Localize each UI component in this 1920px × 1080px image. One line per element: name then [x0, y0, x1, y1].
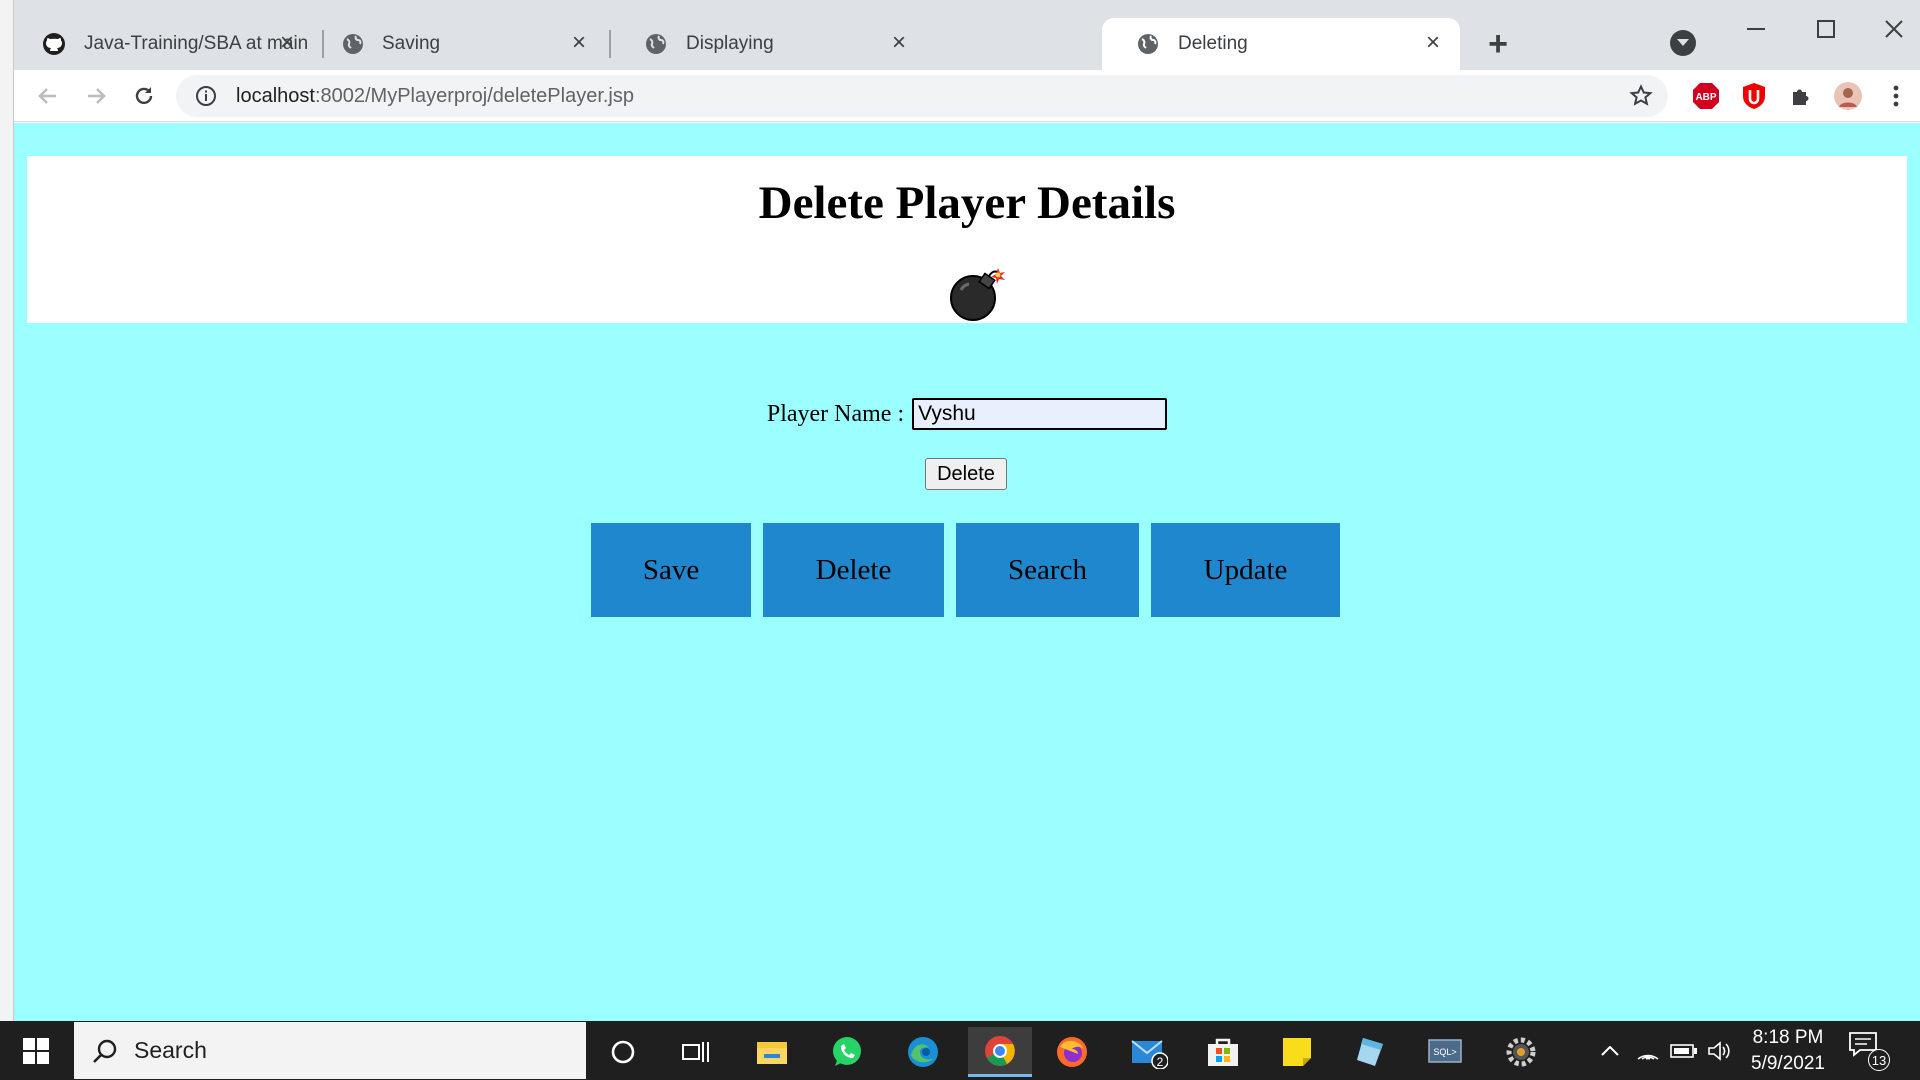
close-window-button[interactable]: [1874, 14, 1914, 44]
sticky-notes-icon[interactable]: [1268, 1027, 1326, 1077]
header-panel: Delete Player Details: [27, 156, 1907, 323]
edge-icon[interactable]: [894, 1027, 952, 1077]
close-icon[interactable]: ×: [886, 29, 912, 56]
back-button[interactable]: [30, 78, 66, 114]
globe-icon: [644, 32, 668, 56]
system-clock[interactable]: 8:18 PM 5/9/2021: [1738, 1025, 1838, 1077]
nav-search-button[interactable]: Search: [956, 523, 1139, 617]
desktop-edge: [0, 0, 14, 1021]
browser-window: Java-Training/SBA at main · ragav × Savi…: [14, 0, 1920, 1021]
clock-date: 5/9/2021: [1751, 1053, 1825, 1074]
player-name-label: Player Name :: [766, 400, 905, 427]
kebab-menu-icon[interactable]: [1880, 80, 1912, 112]
search-placeholder: Search: [134, 1037, 207, 1063]
tab-title: Deleting: [1178, 33, 1248, 54]
close-icon: [1885, 20, 1903, 38]
close-icon[interactable]: ×: [274, 29, 300, 56]
adblock-icon[interactable]: ABP: [1690, 80, 1722, 112]
nav-update-button[interactable]: Update: [1151, 523, 1340, 617]
cortana-icon[interactable]: [594, 1027, 652, 1077]
clock-time: 8:18 PM: [1752, 1027, 1824, 1048]
tab-strip: Java-Training/SBA at main · ragav × Savi…: [14, 0, 1920, 70]
close-icon[interactable]: ×: [1420, 29, 1446, 56]
notepad-icon[interactable]: [1342, 1027, 1400, 1077]
volume-icon[interactable]: [1704, 1021, 1734, 1080]
globe-icon: [1136, 32, 1160, 56]
profile-avatar[interactable]: [1832, 80, 1864, 112]
firefox-icon[interactable]: [1043, 1027, 1101, 1077]
bookmark-star-icon[interactable]: [1628, 83, 1654, 109]
action-nav: Save Delete Search Update: [591, 523, 1352, 617]
tab-separator: [609, 30, 611, 58]
url-path: :8002/MyPlayerproj/deletePlayer.jsp: [314, 84, 634, 107]
windows-logo-icon: [23, 1037, 49, 1064]
back-arrow-icon: [38, 88, 56, 104]
extensions-puzzle-icon[interactable]: [1785, 80, 1817, 112]
delete-submit-button[interactable]: Delete: [925, 458, 1007, 490]
minimize-icon: [1747, 28, 1765, 30]
player-form-row: Player Name :: [14, 398, 1920, 430]
store-icon[interactable]: [1194, 1027, 1252, 1077]
url-host: localhost: [236, 84, 315, 107]
notification-count: 13: [1868, 1049, 1890, 1071]
bomb-icon: [949, 266, 1009, 322]
svg-text:SQL>: SQL>: [1433, 1047, 1456, 1057]
nav-delete-button[interactable]: Delete: [763, 523, 944, 617]
tab-deleting[interactable]: Deleting ×: [1102, 18, 1460, 70]
settings-gear-icon[interactable]: [1492, 1027, 1550, 1077]
page-title: Delete Player Details: [758, 177, 1176, 229]
page-content: Delete Player Details Player Name : Vysh…: [14, 123, 1920, 1021]
tab-displaying[interactable]: Displaying ×: [646, 18, 1112, 70]
chevron-down-icon: [1677, 39, 1689, 46]
nav-save-button[interactable]: Save: [591, 523, 751, 617]
tab-search-button[interactable]: [1670, 30, 1696, 56]
action-center-button[interactable]: 13: [1848, 1031, 1892, 1071]
maximize-button[interactable]: [1806, 14, 1846, 44]
tab-github[interactable]: Java-Training/SBA at main · ragav ×: [14, 18, 314, 70]
taskbar-search-box[interactable]: Search: [74, 1022, 586, 1079]
minimize-button[interactable]: [1736, 14, 1776, 44]
start-button[interactable]: [0, 1021, 72, 1080]
forward-button[interactable]: [78, 78, 114, 114]
player-name-input[interactable]: [912, 398, 1168, 430]
screen: Java-Training/SBA at main · ragav × Savi…: [0, 0, 1920, 1080]
file-explorer-icon[interactable]: [743, 1027, 801, 1077]
info-icon[interactable]: [194, 84, 218, 108]
ublock-icon[interactable]: [1738, 80, 1770, 112]
sql-developer-icon[interactable]: SQL>: [1416, 1027, 1474, 1077]
forward-arrow-icon: [88, 88, 106, 104]
chrome-icon[interactable]: [968, 1027, 1032, 1077]
url-text: localhost:8002/MyPlayerproj/deletePlayer…: [236, 85, 634, 108]
reload-button[interactable]: [126, 78, 162, 114]
show-hidden-icons-chevron-icon[interactable]: [1598, 1021, 1622, 1080]
mail-icon[interactable]: 2: [1120, 1027, 1178, 1077]
browser-toolbar: localhost:8002/MyPlayerproj/deletePlayer…: [14, 70, 1920, 122]
network-icon[interactable]: [1634, 1021, 1662, 1080]
globe-icon: [342, 32, 364, 56]
whatsapp-icon[interactable]: [818, 1027, 876, 1077]
new-tab-button[interactable]: +: [1480, 25, 1516, 63]
task-view-icon[interactable]: [667, 1027, 725, 1077]
battery-icon[interactable]: [1668, 1021, 1700, 1080]
tab-saving[interactable]: Saving ×: [314, 18, 606, 70]
svg-text:ABP: ABP: [1695, 92, 1716, 103]
maximize-icon: [1817, 20, 1835, 38]
close-icon[interactable]: ×: [566, 29, 592, 56]
reload-icon: [135, 87, 153, 105]
address-bar[interactable]: localhost:8002/MyPlayerproj/deletePlayer…: [176, 75, 1668, 117]
search-icon: [90, 1036, 120, 1066]
taskbar: Search 2 SQL> 8:18 PM 5/9/2021 13: [0, 1021, 1920, 1080]
github-icon: [42, 32, 66, 56]
mail-badge: 2: [1157, 1055, 1164, 1069]
